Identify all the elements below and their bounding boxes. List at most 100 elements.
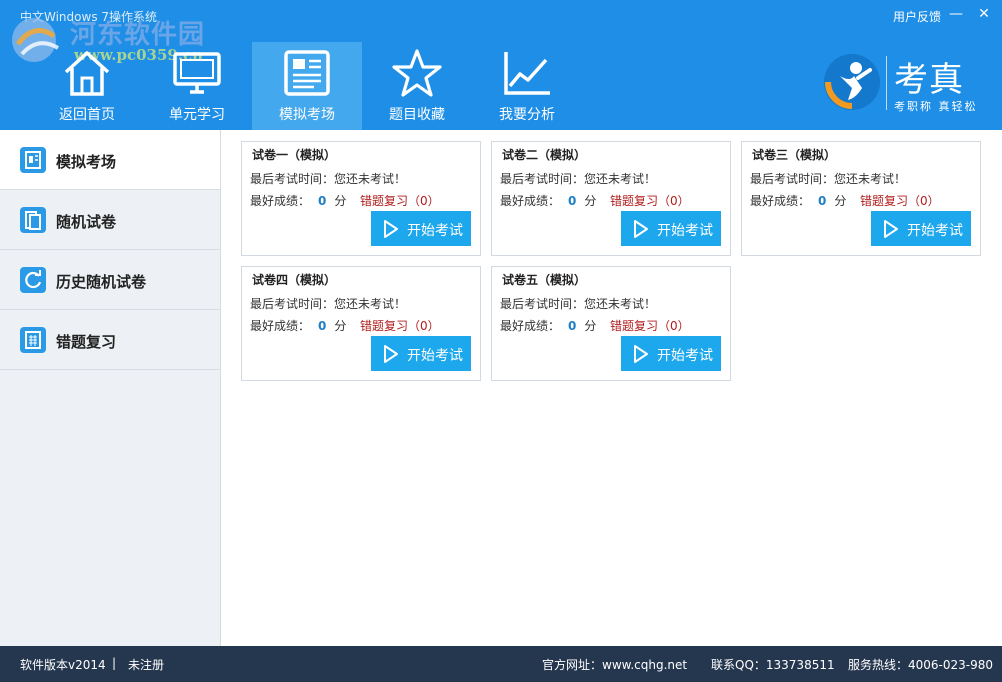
exam-card: 试卷四（模拟） 最后考试时间：您还未考试！ 最好成绩： 0 分 错题复习（0） 开始… <box>241 266 481 381</box>
registration-status: 未注册 <box>128 658 165 672</box>
app-header: 中文Windows 7操作系统 河东软件园 www.pc0359.cn 用户反馈… <box>0 0 1002 130</box>
start-exam-label: 开始考试 <box>407 223 463 239</box>
home-icon <box>64 51 110 96</box>
contact-qq: 联系QQ：133738511 <box>711 658 835 672</box>
best-score-value: 0 <box>318 194 327 208</box>
card-best-score: 最好成绩： 0 分 <box>500 192 596 209</box>
nav-item-unit-study[interactable]: 单元学习 <box>142 42 252 130</box>
main-nav: 返回首页 单元学习 模拟考场 题目收藏 我要分析 <box>32 42 582 130</box>
play-icon <box>634 220 648 238</box>
nav-item-mock-exam[interactable]: 模拟考场 <box>252 42 362 130</box>
best-score-value: 0 <box>818 194 827 208</box>
start-exam-button[interactable]: 开始考试 <box>371 211 471 246</box>
software-version: 软件版本v2014 <box>20 658 106 672</box>
close-button[interactable]: ✕ <box>976 6 992 22</box>
brand: 考真 考职称 真轻松 <box>822 48 992 118</box>
play-icon <box>384 345 398 363</box>
sidebar-item-label: 模拟考场 <box>56 153 117 171</box>
brand-name: 考真 <box>894 60 964 100</box>
best-score-label: 最好成绩： <box>250 194 311 208</box>
exam-card: 试卷三（模拟） 最后考试时间：您还未考试！ 最好成绩： 0 分 错题复习（0） 开始… <box>741 141 981 256</box>
nav-label: 题目收藏 <box>389 107 445 123</box>
minimize-button[interactable]: — <box>948 6 964 22</box>
score-unit: 分 <box>834 194 847 208</box>
wrong-review-link[interactable]: 错题复习（0） <box>360 317 440 334</box>
sidebar-item-label: 随机试卷 <box>56 213 117 231</box>
sidebar-item-random-paper[interactable]: 随机试卷 <box>0 190 220 250</box>
card-last-exam-time: 最后考试时间：您还未考试！ <box>250 297 407 311</box>
main-content: 试卷一（模拟） 最后考试时间：您还未考试！ 最好成绩： 0 分 错题复习（0） 开始… <box>221 130 1002 646</box>
nav-item-home[interactable]: 返回首页 <box>32 42 142 130</box>
nav-label: 我要分析 <box>499 107 555 123</box>
footer-separator: | <box>112 656 117 670</box>
wrong-review-link[interactable]: 错题复习（0） <box>360 192 440 209</box>
best-score-label: 最好成绩： <box>250 319 311 333</box>
wrong-review-link[interactable]: 错题复习（0） <box>610 317 690 334</box>
score-unit: 分 <box>334 319 347 333</box>
paper-icon <box>20 207 46 233</box>
card-best-score: 最好成绩： 0 分 <box>250 317 346 334</box>
nav-item-analysis[interactable]: 我要分析 <box>472 42 582 130</box>
brand-slogan: 考职称 真轻松 <box>894 100 978 113</box>
feedback-link[interactable]: 用户反馈 <box>893 8 941 25</box>
official-website[interactable]: 官方网址：www.cqhg.net <box>542 656 687 673</box>
card-last-exam-time: 最后考试时间：您还未考试！ <box>750 172 907 186</box>
nav-label: 单元学习 <box>169 107 225 123</box>
start-exam-label: 开始考试 <box>907 223 963 239</box>
best-score-value: 0 <box>318 319 327 333</box>
card-title: 试卷四（模拟） <box>252 273 337 287</box>
best-score-label: 最好成绩： <box>500 319 561 333</box>
sidebar-item-wrong-review[interactable]: 错题复习 <box>0 310 220 370</box>
status-bar: 软件版本v2014 | 未注册 官方网址：www.cqhg.net 联系QQ：1… <box>0 646 1002 682</box>
card-best-score: 最好成绩： 0 分 <box>750 192 846 209</box>
start-exam-button[interactable]: 开始考试 <box>871 211 971 246</box>
best-score-value: 0 <box>568 194 577 208</box>
wrong-review-link[interactable]: 错题复习（0） <box>860 192 940 209</box>
sidebar-item-label: 错题复习 <box>56 333 117 351</box>
card-title: 试卷五（模拟） <box>502 273 587 287</box>
exam-card: 试卷二（模拟） 最后考试时间：您还未考试！ 最好成绩： 0 分 错题复习（0） 开始… <box>491 141 731 256</box>
score-unit: 分 <box>584 194 597 208</box>
sidebar-item-label: 历史随机试卷 <box>56 273 147 291</box>
monitor-icon <box>173 52 221 94</box>
start-exam-button[interactable]: 开始考试 <box>371 336 471 371</box>
card-last-exam-time: 最后考试时间：您还未考试！ <box>250 172 407 186</box>
sidebar-item-mock-exam[interactable]: 模拟考场 <box>0 130 220 190</box>
card-best-score: 最好成绩： 0 分 <box>500 317 596 334</box>
score-unit: 分 <box>584 319 597 333</box>
brand-divider <box>886 56 887 110</box>
play-icon <box>634 345 648 363</box>
best-score-label: 最好成绩： <box>500 194 561 208</box>
history-icon <box>20 267 46 293</box>
grid-icon <box>20 327 46 353</box>
nav-label: 模拟考场 <box>279 107 335 123</box>
wrong-review-link[interactable]: 错题复习（0） <box>610 192 690 209</box>
exam-icon <box>20 147 46 173</box>
start-exam-label: 开始考试 <box>657 348 713 364</box>
card-last-exam-time: 最后考试时间：您还未考试！ <box>500 172 657 186</box>
best-score-value: 0 <box>568 319 577 333</box>
card-best-score: 最好成绩： 0 分 <box>250 192 346 209</box>
play-icon <box>384 220 398 238</box>
card-last-exam-time: 最后考试时间：您还未考试！ <box>500 297 657 311</box>
nav-item-favorites[interactable]: 题目收藏 <box>362 42 472 130</box>
chart-icon <box>504 52 550 95</box>
nav-label: 返回首页 <box>59 107 115 123</box>
card-title: 试卷三（模拟） <box>752 148 837 162</box>
sidebar: 模拟考场 随机试卷 历史随机试卷 错题复习 <box>0 130 221 646</box>
play-icon <box>884 220 898 238</box>
star-icon <box>392 49 442 97</box>
exam-card: 试卷一（模拟） 最后考试时间：您还未考试！ 最好成绩： 0 分 错题复习（0） 开始… <box>241 141 481 256</box>
start-exam-button[interactable]: 开始考试 <box>621 336 721 371</box>
brand-logo-icon <box>824 54 880 110</box>
score-unit: 分 <box>334 194 347 208</box>
start-exam-label: 开始考试 <box>657 223 713 239</box>
document-icon <box>284 50 330 96</box>
sidebar-item-history-paper[interactable]: 历史随机试卷 <box>0 250 220 310</box>
exam-card: 试卷五（模拟） 最后考试时间：您还未考试！ 最好成绩： 0 分 错题复习（0） 开始… <box>491 266 731 381</box>
start-exam-button[interactable]: 开始考试 <box>621 211 721 246</box>
best-score-label: 最好成绩： <box>750 194 811 208</box>
card-title: 试卷二（模拟） <box>502 148 587 162</box>
card-title: 试卷一（模拟） <box>252 148 337 162</box>
service-hotline: 服务热线：4006-023-980 <box>848 658 994 672</box>
